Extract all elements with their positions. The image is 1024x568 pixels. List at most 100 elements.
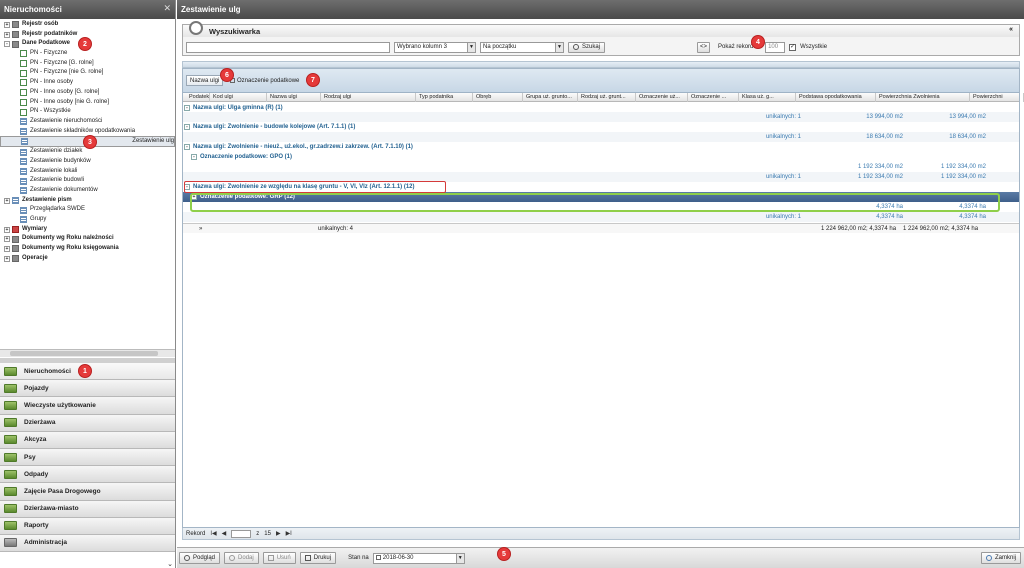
column-header[interactable]: Klasa uż. g... xyxy=(739,93,796,102)
annotation-badge-6: 6 xyxy=(220,68,234,82)
tree-item[interactable]: + Zestawienie pism xyxy=(0,196,175,206)
tree-item[interactable]: PN - Fizyczne [nie G. rolne] xyxy=(0,68,175,78)
column-header[interactable]: Kod ulgi xyxy=(210,93,267,102)
module-icon xyxy=(4,521,17,531)
tree-item[interactable]: PN - Inne osoby [nie G. rolne] xyxy=(0,98,175,108)
tree-item[interactable]: PN - Inne osoby xyxy=(0,78,175,88)
collapse-icon[interactable]: - xyxy=(191,154,197,160)
module-item[interactable]: Pojazdy xyxy=(0,380,175,398)
expand-icon[interactable]: + xyxy=(4,197,10,204)
print-button[interactable]: Drukuj xyxy=(299,552,337,564)
folder-icon xyxy=(12,21,19,29)
column-header[interactable]: Nazwa ulgi xyxy=(267,93,321,102)
folder-icon xyxy=(12,245,19,253)
module-item[interactable]: Dzierżawa-miasto xyxy=(0,500,175,518)
grid-icon xyxy=(20,127,27,135)
close-icon xyxy=(985,555,992,561)
tree-item[interactable]: PN - Fizyczne [G. rolne] xyxy=(0,59,175,69)
module-item[interactable]: Psy xyxy=(0,448,175,467)
column-headers: Podatek Kod ulgi Nazwa ulgi Rodzaj ulgi Typ … xyxy=(183,93,1024,102)
more-modules-icon[interactable]: ⌄ xyxy=(167,560,173,568)
scroll-right-icon[interactable]: » xyxy=(199,224,202,234)
navigation-tree: + Rejestr osób + Rejestr podatników - Dane Po… xyxy=(0,20,175,348)
tree-horizontal-scrollbar[interactable] xyxy=(0,349,175,357)
collapse-icon[interactable]: - xyxy=(184,105,190,111)
expand-icon[interactable]: + xyxy=(4,236,10,243)
collapse-icon[interactable]: « xyxy=(1009,26,1013,33)
column-header[interactable]: Typ podatnika xyxy=(416,93,473,102)
column-header[interactable]: Podatek xyxy=(186,93,210,102)
of-label: z xyxy=(256,530,260,537)
doc-icon xyxy=(20,89,27,97)
pin-icon[interactable]: ✕ xyxy=(163,3,171,14)
tree-item[interactable]: Zestawienie budynków xyxy=(0,157,175,167)
module-item[interactable]: Raporty xyxy=(0,517,175,535)
module-item[interactable]: Administracja xyxy=(0,534,175,553)
preview-button[interactable]: Podgląd xyxy=(179,552,221,564)
add-button[interactable]: Dodaj xyxy=(224,552,259,564)
module-item[interactable]: Dzierżawa xyxy=(0,414,175,432)
tree-item[interactable]: PN - Wszystkie xyxy=(0,107,175,117)
group-row[interactable]: - Nazwa ulgi: Zwolnienie - budowle kolejo… xyxy=(183,122,1019,132)
match-select[interactable]: Na początku ▼ xyxy=(480,41,564,53)
delete-button[interactable]: Usuń xyxy=(262,552,296,564)
expand-icon[interactable]: + xyxy=(4,31,10,38)
tree-item[interactable]: Zestawienie budowli xyxy=(0,176,175,186)
collapse-icon[interactable]: - xyxy=(184,144,190,150)
state-date-picker[interactable]: 2018-06-30 ▼ xyxy=(372,552,465,564)
search-button[interactable]: Szukaj xyxy=(568,41,606,53)
tree-item[interactable]: + Dokumenty wg Roku księgowania xyxy=(0,244,175,254)
column-header[interactable]: Rodzaj ulgi xyxy=(321,93,416,102)
column-header[interactable]: Powierzchni xyxy=(970,93,1024,102)
column-header[interactable]: Rodzaj uż. grunt... xyxy=(578,93,636,102)
all-checkbox[interactable]: ✓ xyxy=(789,43,797,51)
tree-item[interactable]: Zestawienie nieruchomości xyxy=(0,117,175,127)
collapse-icon[interactable]: - xyxy=(184,124,190,130)
toggle-arrows-icon[interactable]: <> xyxy=(697,41,711,53)
group-row[interactable]: - Nazwa ulgi: Zwolnienie - nieuż., uż.eko… xyxy=(183,142,1019,152)
first-page-icon[interactable]: I◀ xyxy=(210,530,216,537)
module-item[interactable]: Odpady xyxy=(0,466,175,484)
next-page-icon[interactable]: ▶ xyxy=(276,530,281,537)
group-row[interactable]: - Oznaczenie podatkowe: GPO (1) xyxy=(183,152,1019,162)
module-label: Odpady xyxy=(24,470,49,478)
module-item[interactable]: Akcyza xyxy=(0,431,175,449)
column-select[interactable]: Wybrano kolumn 3 ▼ xyxy=(394,41,476,53)
tree-item[interactable]: Przeglądarka SWDE xyxy=(0,205,175,215)
expand-icon[interactable]: + xyxy=(4,21,10,28)
tree-item[interactable]: + Rejestr osób xyxy=(0,20,175,30)
column-header[interactable]: Grupa uż. grunto... xyxy=(523,93,578,102)
group-chip-oznaczenie-podatkowe[interactable]: Oznaczenie podatkowe xyxy=(227,75,302,86)
main-panel-header: Zestawienie ulg xyxy=(177,0,1024,19)
tree-item[interactable]: PN - Inne osoby [G. rolne] xyxy=(0,88,175,98)
expand-icon[interactable]: + xyxy=(4,255,10,262)
tree-item[interactable]: Zestawienie lokali xyxy=(0,167,175,177)
column-header[interactable]: Podstawa opodatkowania xyxy=(796,93,876,102)
search-panel: Wyszukiwarka « Wybrano kolumn 3 ▼ Na pocz… xyxy=(182,21,1020,56)
tree-item[interactable]: + Operacje xyxy=(0,254,175,264)
prev-page-icon[interactable]: ◀ xyxy=(222,530,227,537)
module-item[interactable]: Wieczyste użytkowanie xyxy=(0,397,175,415)
tree-item[interactable]: + Dokumenty wg Roku należności xyxy=(0,234,175,244)
collapse-icon[interactable]: - xyxy=(4,41,10,48)
module-item[interactable]: Zajęcie Pasa Drogowego xyxy=(0,483,175,501)
unique-count: unikalnych: 1 xyxy=(765,134,801,140)
tree-item[interactable]: Grupy xyxy=(0,215,175,225)
close-button[interactable]: Zamknij xyxy=(980,552,1021,564)
column-header[interactable]: Oznaczenie ... xyxy=(688,93,739,102)
page-input[interactable] xyxy=(231,529,252,538)
group-chip-nazwa-ulgi[interactable]: Nazwa ulgi xyxy=(186,75,224,86)
search-icon xyxy=(189,21,203,35)
last-page-icon[interactable]: ▶I xyxy=(286,530,292,537)
tree-item[interactable]: Zestawienie dokumentów xyxy=(0,186,175,196)
column-header[interactable]: Oznaczenie uż... xyxy=(636,93,688,102)
search-input[interactable] xyxy=(186,41,390,53)
tree-item-label: PN - Fizyczne [nie G. rolne] xyxy=(30,69,104,76)
expand-icon[interactable]: + xyxy=(4,245,10,252)
expand-icon[interactable]: + xyxy=(4,226,10,233)
column-header[interactable]: Powierzchnia Zwolnienia xyxy=(876,93,970,102)
column-header[interactable]: Obręb xyxy=(473,93,523,102)
tree-item[interactable]: + Wymiary xyxy=(0,225,175,235)
records-input[interactable]: 100 xyxy=(765,41,786,53)
module-label: Wieczyste użytkowanie xyxy=(24,401,96,409)
